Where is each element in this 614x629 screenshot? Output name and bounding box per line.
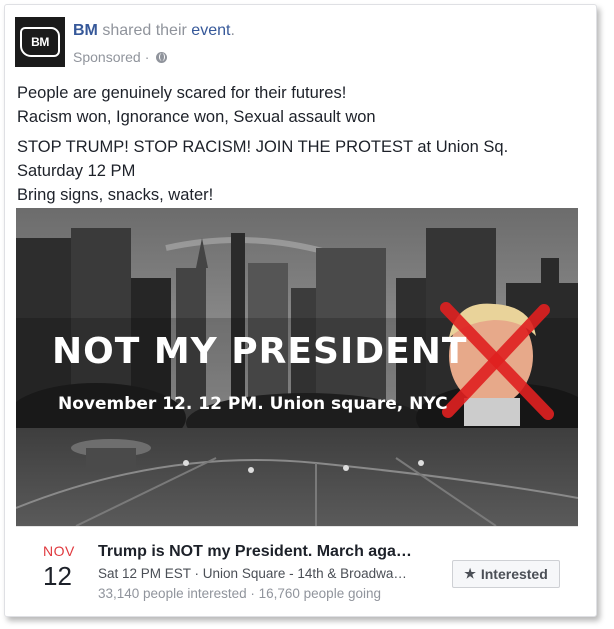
event-info-bar[interactable]: NOV 12 Trump is NOT my President. March … (16, 526, 578, 611)
sponsored-post-card: BM BM shared their event. Sponsored · Pe… (4, 4, 597, 617)
avatar-logo: BM (20, 27, 60, 57)
post-line: STOP TRUMP! STOP RACISM! JOIN THE PROTES… (17, 138, 509, 156)
shared-text: shared their (102, 22, 187, 39)
globe-icon[interactable] (156, 51, 168, 63)
star-icon: ★ (464, 566, 476, 581)
event-month: NOV (43, 543, 75, 559)
event-stats: 33,140 people interested · 16,760 people… (98, 586, 381, 601)
page-avatar[interactable]: BM (15, 17, 65, 67)
interested-label: Interested (480, 566, 548, 582)
event-day: 12 (43, 561, 72, 591)
post-header: BM shared their event. (73, 22, 235, 40)
interested-button[interactable]: ★ Interested (452, 560, 560, 588)
post-meta: Sponsored · (73, 49, 168, 65)
page-name-link[interactable]: BM (73, 22, 98, 39)
post-line: Bring signs, snacks, water! (17, 186, 214, 204)
meta-separator: · (144, 49, 150, 65)
event-title-link[interactable]: Trump is NOT my President. March aga… (98, 543, 438, 561)
event-details: Sat 12 PM EST · Union Square - 14th & Br… (98, 566, 407, 581)
image-subline: November 12. 12 PM. Union square, NYC (58, 394, 448, 414)
image-headline: NOT MY PRESIDENT (52, 331, 468, 372)
event-cover-image[interactable]: NOT MY PRESIDENT November 12. 12 PM. Uni… (16, 208, 578, 526)
header-period: . (230, 22, 235, 39)
post-line: Saturday 12 PM (17, 162, 136, 180)
event-link[interactable]: event (191, 22, 230, 39)
post-message: People are genuinely scared for their fu… (17, 81, 577, 207)
post-line: Racism won, Ignorance won, Sexual assaul… (17, 108, 376, 126)
sponsored-label[interactable]: Sponsored (73, 49, 141, 65)
post-line: People are genuinely scared for their fu… (17, 84, 347, 102)
